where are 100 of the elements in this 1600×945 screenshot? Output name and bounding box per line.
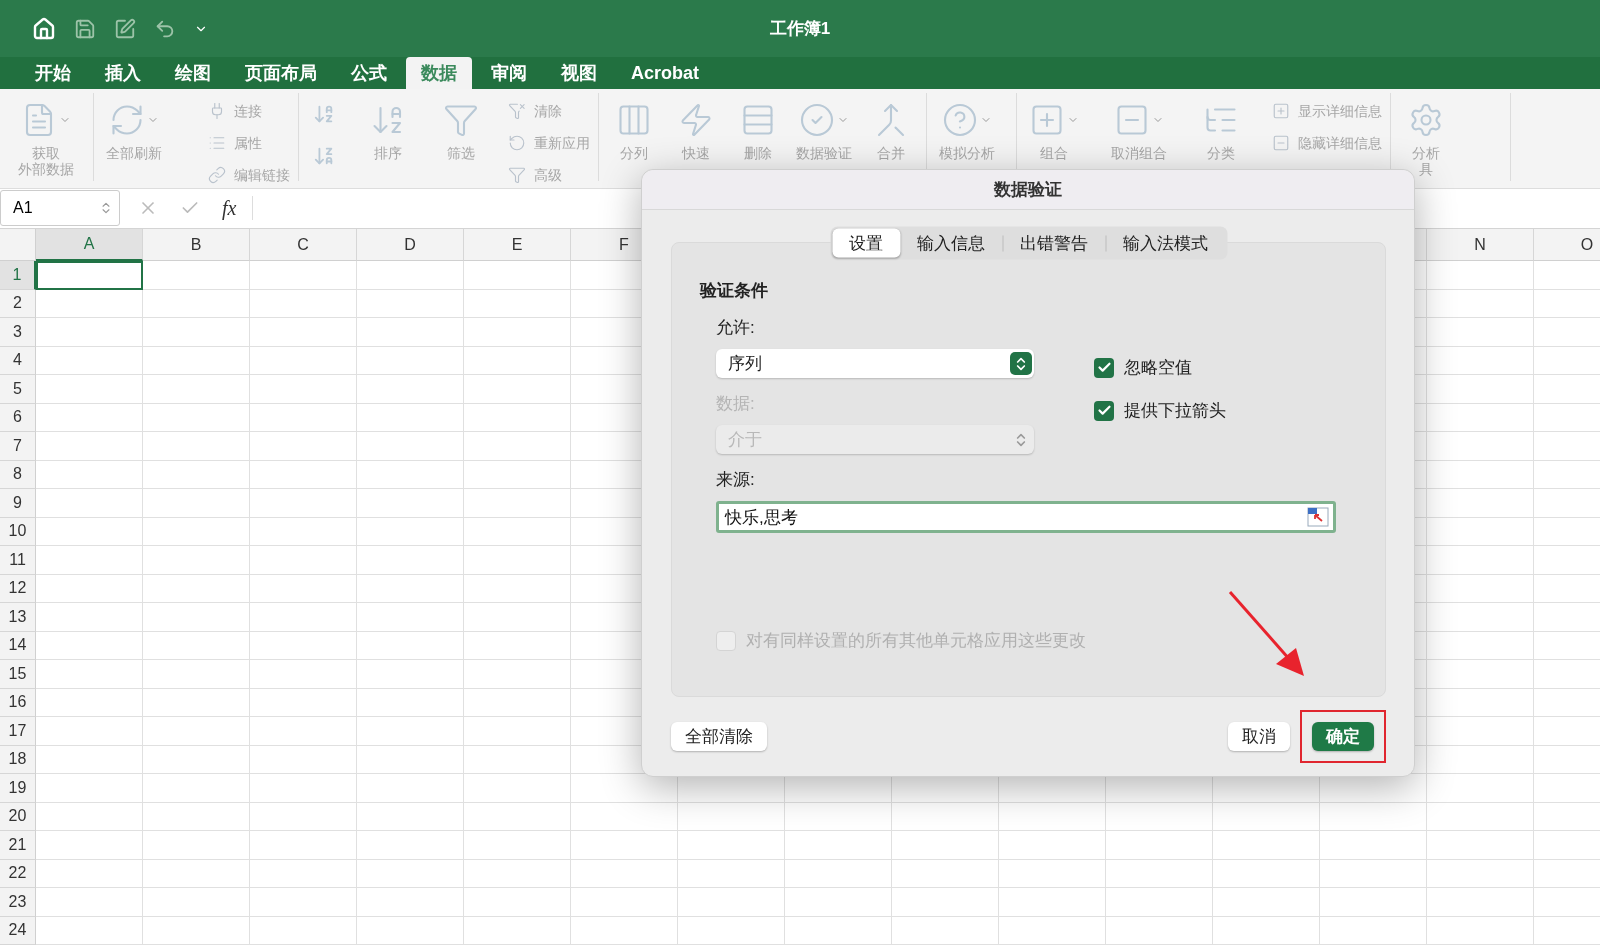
grid-cell[interactable]	[1427, 831, 1534, 860]
grid-cell[interactable]	[1213, 802, 1320, 831]
grid-cell[interactable]	[1427, 517, 1534, 546]
grid-cell[interactable]	[464, 517, 571, 546]
grid-cell[interactable]	[464, 346, 571, 375]
grid-cell[interactable]	[1427, 289, 1534, 318]
grid-cell[interactable]	[999, 888, 1106, 917]
ribbon-tab[interactable]: 审阅	[476, 57, 542, 90]
grid-cell[interactable]	[892, 859, 999, 888]
grid-cell[interactable]	[357, 831, 464, 860]
row-header[interactable]: 15	[0, 660, 36, 689]
row-header[interactable]: 11	[0, 546, 36, 575]
grid-cell[interactable]	[36, 432, 143, 461]
row-header[interactable]: 8	[0, 460, 36, 489]
grid-cell[interactable]	[464, 745, 571, 774]
ribbon-tab[interactable]: 开始	[20, 57, 86, 90]
grid-cell[interactable]	[36, 375, 143, 404]
grid-cell[interactable]	[143, 660, 250, 689]
grid-cell[interactable]	[357, 631, 464, 660]
grid-cell[interactable]	[357, 688, 464, 717]
grid-cell[interactable]	[36, 802, 143, 831]
grid-cell[interactable]	[250, 574, 357, 603]
grid-cell[interactable]	[143, 432, 250, 461]
grid-cell[interactable]	[357, 802, 464, 831]
row-header[interactable]: 5	[0, 375, 36, 404]
grid-cell[interactable]	[143, 460, 250, 489]
grid-cell[interactable]	[1427, 574, 1534, 603]
grid-cell[interactable]	[36, 289, 143, 318]
grid-cell[interactable]	[357, 774, 464, 803]
grid-cell[interactable]	[357, 375, 464, 404]
grid-cell[interactable]	[250, 489, 357, 518]
grid-cell[interactable]	[250, 888, 357, 917]
grid-cell[interactable]	[1106, 802, 1213, 831]
grid-cell[interactable]	[143, 489, 250, 518]
grid-cell[interactable]	[1106, 916, 1213, 945]
column-header[interactable]: E	[464, 229, 571, 261]
grid-cell[interactable]	[250, 802, 357, 831]
grid-cell[interactable]	[36, 403, 143, 432]
grid-cell[interactable]	[1320, 859, 1427, 888]
grid-cell[interactable]	[250, 517, 357, 546]
row-header[interactable]: 23	[0, 888, 36, 917]
grid-cell[interactable]	[1427, 717, 1534, 746]
grid-cell[interactable]	[464, 432, 571, 461]
grid-cell[interactable]	[250, 774, 357, 803]
column-header[interactable]: D	[357, 229, 464, 261]
grid-cell[interactable]	[464, 717, 571, 746]
grid-cell[interactable]	[1427, 375, 1534, 404]
grid-cell[interactable]	[250, 375, 357, 404]
row-header[interactable]: 6	[0, 403, 36, 432]
grid-cell[interactable]	[36, 831, 143, 860]
row-header[interactable]: 14	[0, 631, 36, 660]
grid-cell[interactable]	[36, 318, 143, 347]
grid-cell[interactable]	[357, 603, 464, 632]
grid-cell[interactable]	[143, 318, 250, 347]
ribbon-tab[interactable]: 插入	[90, 57, 156, 90]
grid-cell[interactable]	[1427, 460, 1534, 489]
grid-cell[interactable]	[1106, 859, 1213, 888]
active-cell[interactable]	[36, 261, 143, 290]
grid-cell[interactable]	[678, 859, 785, 888]
grid-cell[interactable]	[357, 261, 464, 290]
row-header[interactable]: 22	[0, 859, 36, 888]
row-header[interactable]: 20	[0, 802, 36, 831]
save-icon[interactable]	[74, 17, 96, 40]
grid-cell[interactable]	[464, 403, 571, 432]
grid-cell[interactable]	[1427, 403, 1534, 432]
grid-cell[interactable]	[464, 916, 571, 945]
grid-cell[interactable]	[999, 802, 1106, 831]
grid-cell[interactable]	[36, 916, 143, 945]
column-header[interactable]: A	[36, 229, 143, 261]
row-header[interactable]: 17	[0, 717, 36, 746]
grid-cell[interactable]	[1320, 831, 1427, 860]
grid-cell[interactable]	[250, 859, 357, 888]
grid-cell[interactable]	[464, 603, 571, 632]
grid-cell[interactable]	[785, 831, 892, 860]
ok-button[interactable]: 确定	[1312, 721, 1374, 751]
grid-cell[interactable]	[1427, 432, 1534, 461]
grid-cell[interactable]	[1427, 489, 1534, 518]
grid-cell[interactable]	[36, 517, 143, 546]
grid-cell[interactable]	[1427, 546, 1534, 575]
grid-cell[interactable]	[1213, 859, 1320, 888]
grid-cell[interactable]	[143, 375, 250, 404]
grid-cell[interactable]	[571, 859, 678, 888]
grid-cell[interactable]	[36, 603, 143, 632]
grid-cell[interactable]	[1320, 916, 1427, 945]
grid-cell[interactable]	[357, 346, 464, 375]
grid-cell[interactable]	[357, 660, 464, 689]
grid-cell[interactable]	[143, 774, 250, 803]
grid-cell[interactable]	[571, 831, 678, 860]
dialog-tab[interactable]: 设置	[832, 228, 900, 258]
name-box[interactable]: A1	[0, 190, 120, 227]
grid-cell[interactable]	[785, 859, 892, 888]
checkbox[interactable]	[1094, 400, 1114, 421]
grid-cell[interactable]	[464, 831, 571, 860]
row-header[interactable]: 7	[0, 432, 36, 461]
grid-cell[interactable]	[143, 517, 250, 546]
grid-cell[interactable]	[571, 888, 678, 917]
row-header[interactable]: 2	[0, 289, 36, 318]
grid-cell[interactable]	[1106, 888, 1213, 917]
grid-cell[interactable]	[357, 717, 464, 746]
grid-cell[interactable]	[1427, 888, 1534, 917]
